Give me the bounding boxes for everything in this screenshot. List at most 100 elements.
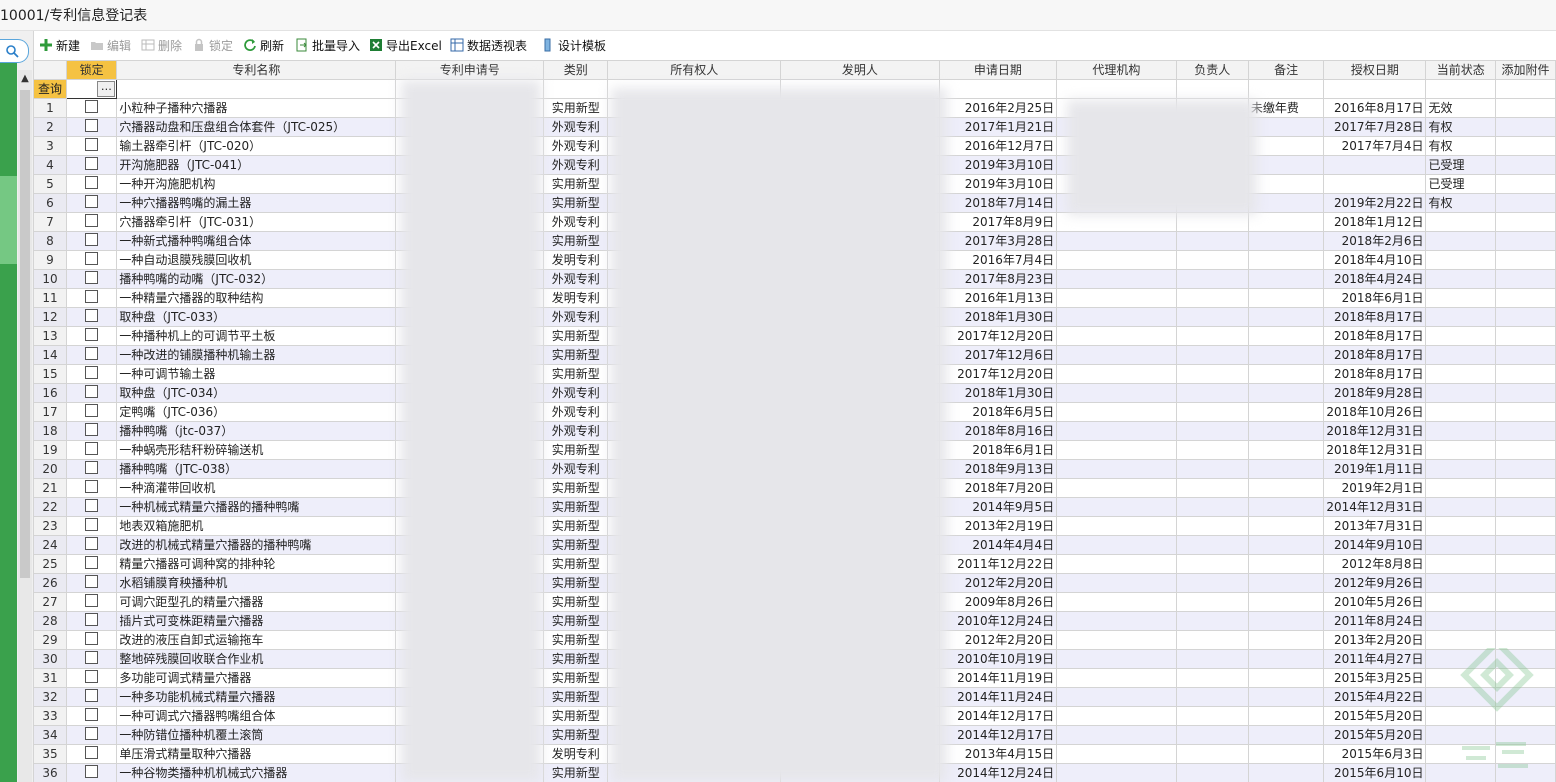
vertical-scrollbar[interactable]: ▲	[18, 70, 32, 782]
grant-date-cell[interactable]: 2018年12月31日	[1323, 421, 1427, 441]
patent-name-cell[interactable]: 整地碎残膜回收联合作业机	[116, 649, 397, 669]
column-header[interactable]: 当前状态	[1425, 60, 1497, 80]
category-cell[interactable]: 实用新型	[543, 668, 609, 688]
lock-checkbox[interactable]	[85, 613, 99, 626]
attachment-cell[interactable]	[1495, 269, 1556, 289]
patent-name-cell[interactable]: 插片式可变株距精量穴播器	[116, 611, 397, 631]
lock-checkbox[interactable]	[85, 233, 99, 246]
grant-date-cell[interactable]: 2015年6月3日	[1323, 744, 1427, 764]
column-header[interactable]: 发明人	[780, 60, 940, 80]
pivot-table-button[interactable]: 数据透视表	[450, 37, 527, 55]
status-cell[interactable]	[1425, 250, 1497, 270]
agency-cell[interactable]	[1056, 345, 1177, 365]
category-cell[interactable]: 实用新型	[543, 231, 609, 251]
patent-name-cell[interactable]: 单压滑式精量取种穴播器	[116, 744, 397, 764]
remark-cell[interactable]	[1247, 326, 1325, 346]
lock-checkbox-cell[interactable]	[65, 174, 118, 194]
agency-cell[interactable]	[1056, 307, 1177, 327]
attachment-cell[interactable]	[1495, 307, 1556, 327]
lock-checkbox-cell[interactable]	[65, 117, 118, 137]
application-date-cell[interactable]: 2016年7月4日	[938, 250, 1058, 270]
lock-checkbox[interactable]	[85, 651, 99, 664]
lock-checkbox[interactable]	[85, 309, 99, 322]
category-cell[interactable]: 外观专利	[543, 212, 609, 232]
application-date-cell[interactable]: 2018年1月30日	[938, 383, 1058, 403]
application-date-cell[interactable]: 2011年12月22日	[938, 554, 1058, 574]
agency-cell[interactable]	[1056, 630, 1177, 650]
manager-cell[interactable]	[1175, 649, 1249, 669]
application-date-cell[interactable]: 2013年4月15日	[938, 744, 1058, 764]
patent-name-cell[interactable]: 水稻铺膜育秧播种机	[116, 573, 397, 593]
agency-cell[interactable]	[1056, 725, 1177, 745]
status-cell[interactable]: 已受理	[1425, 174, 1497, 194]
agency-cell[interactable]	[1056, 744, 1177, 764]
lock-checkbox[interactable]	[85, 765, 99, 778]
column-header[interactable]: 所有权人	[607, 60, 782, 80]
attachment-cell[interactable]	[1495, 155, 1556, 175]
remark-cell[interactable]	[1247, 763, 1325, 782]
lock-checkbox-cell[interactable]	[65, 630, 118, 650]
grant-date-cell[interactable]: 2012年8月8日	[1323, 554, 1427, 574]
attachment-cell[interactable]	[1495, 326, 1556, 346]
application-date-cell[interactable]: 2016年2月25日	[938, 98, 1058, 118]
manager-cell[interactable]	[1175, 307, 1249, 327]
agency-cell[interactable]	[1056, 497, 1177, 517]
grant-date-cell[interactable]: 2019年2月1日	[1323, 478, 1427, 498]
attachment-cell[interactable]	[1495, 98, 1556, 118]
category-cell[interactable]: 实用新型	[543, 649, 609, 669]
category-cell[interactable]: 实用新型	[543, 592, 609, 612]
agency-cell[interactable]	[1056, 687, 1177, 707]
category-cell[interactable]: 实用新型	[543, 326, 609, 346]
lock-checkbox-cell[interactable]	[65, 136, 118, 156]
category-cell[interactable]: 外观专利	[543, 269, 609, 289]
filter-cell[interactable]	[1175, 79, 1249, 99]
lock-checkbox-cell[interactable]	[65, 269, 118, 289]
lock-checkbox-cell[interactable]	[65, 706, 118, 726]
attachment-cell[interactable]	[1495, 440, 1556, 460]
lock-checkbox-cell[interactable]	[65, 193, 118, 213]
column-header[interactable]: 添加附件	[1495, 60, 1556, 80]
grant-date-cell[interactable]: 2018年4月24日	[1323, 269, 1427, 289]
category-cell[interactable]: 实用新型	[543, 174, 609, 194]
patent-name-cell[interactable]: 一种机械式精量穴播器的播种鸭嘴	[116, 497, 397, 517]
lock-checkbox-cell[interactable]	[65, 611, 118, 631]
attachment-cell[interactable]	[1495, 383, 1556, 403]
lock-checkbox[interactable]	[85, 423, 99, 436]
application-date-cell[interactable]: 2017年12月20日	[938, 364, 1058, 384]
manager-cell[interactable]	[1175, 497, 1249, 517]
column-header[interactable]: 专利申请号	[395, 60, 545, 80]
lock-checkbox[interactable]	[85, 271, 99, 284]
application-date-cell[interactable]: 2018年8月16日	[938, 421, 1058, 441]
grant-date-cell[interactable]: 2016年8月17日	[1323, 98, 1427, 118]
attachment-cell[interactable]	[1495, 630, 1556, 650]
lock-checkbox[interactable]	[85, 252, 99, 265]
agency-cell[interactable]	[1056, 250, 1177, 270]
filter-cell[interactable]	[116, 79, 397, 99]
remark-cell[interactable]	[1247, 345, 1325, 365]
status-cell[interactable]	[1425, 440, 1497, 460]
remark-cell[interactable]	[1247, 212, 1325, 232]
manager-cell[interactable]	[1175, 706, 1249, 726]
application-date-cell[interactable]: 2018年6月1日	[938, 440, 1058, 460]
attachment-cell[interactable]	[1495, 611, 1556, 631]
lock-checkbox-cell[interactable]	[65, 307, 118, 327]
status-cell[interactable]	[1425, 269, 1497, 289]
lock-checkbox-cell[interactable]	[65, 573, 118, 593]
remark-cell[interactable]	[1247, 592, 1325, 612]
lock-checkbox-cell[interactable]	[65, 250, 118, 270]
category-cell[interactable]: 实用新型	[543, 364, 609, 384]
attachment-cell[interactable]	[1495, 136, 1556, 156]
lock-checkbox-cell[interactable]	[65, 326, 118, 346]
remark-cell[interactable]	[1247, 193, 1325, 213]
category-cell[interactable]: 实用新型	[543, 630, 609, 650]
lock-checkbox[interactable]	[85, 157, 99, 170]
manager-cell[interactable]	[1175, 592, 1249, 612]
nav-sidebar[interactable]	[0, 60, 17, 782]
attachment-cell[interactable]	[1495, 231, 1556, 251]
grant-date-cell[interactable]: 2015年6月10日	[1323, 763, 1427, 782]
manager-cell[interactable]	[1175, 611, 1249, 631]
status-cell[interactable]: 无效	[1425, 98, 1497, 118]
application-date-cell[interactable]: 2017年3月28日	[938, 231, 1058, 251]
patent-name-cell[interactable]: 一种播种机上的可调节平土板	[116, 326, 397, 346]
remark-cell[interactable]	[1247, 383, 1325, 403]
